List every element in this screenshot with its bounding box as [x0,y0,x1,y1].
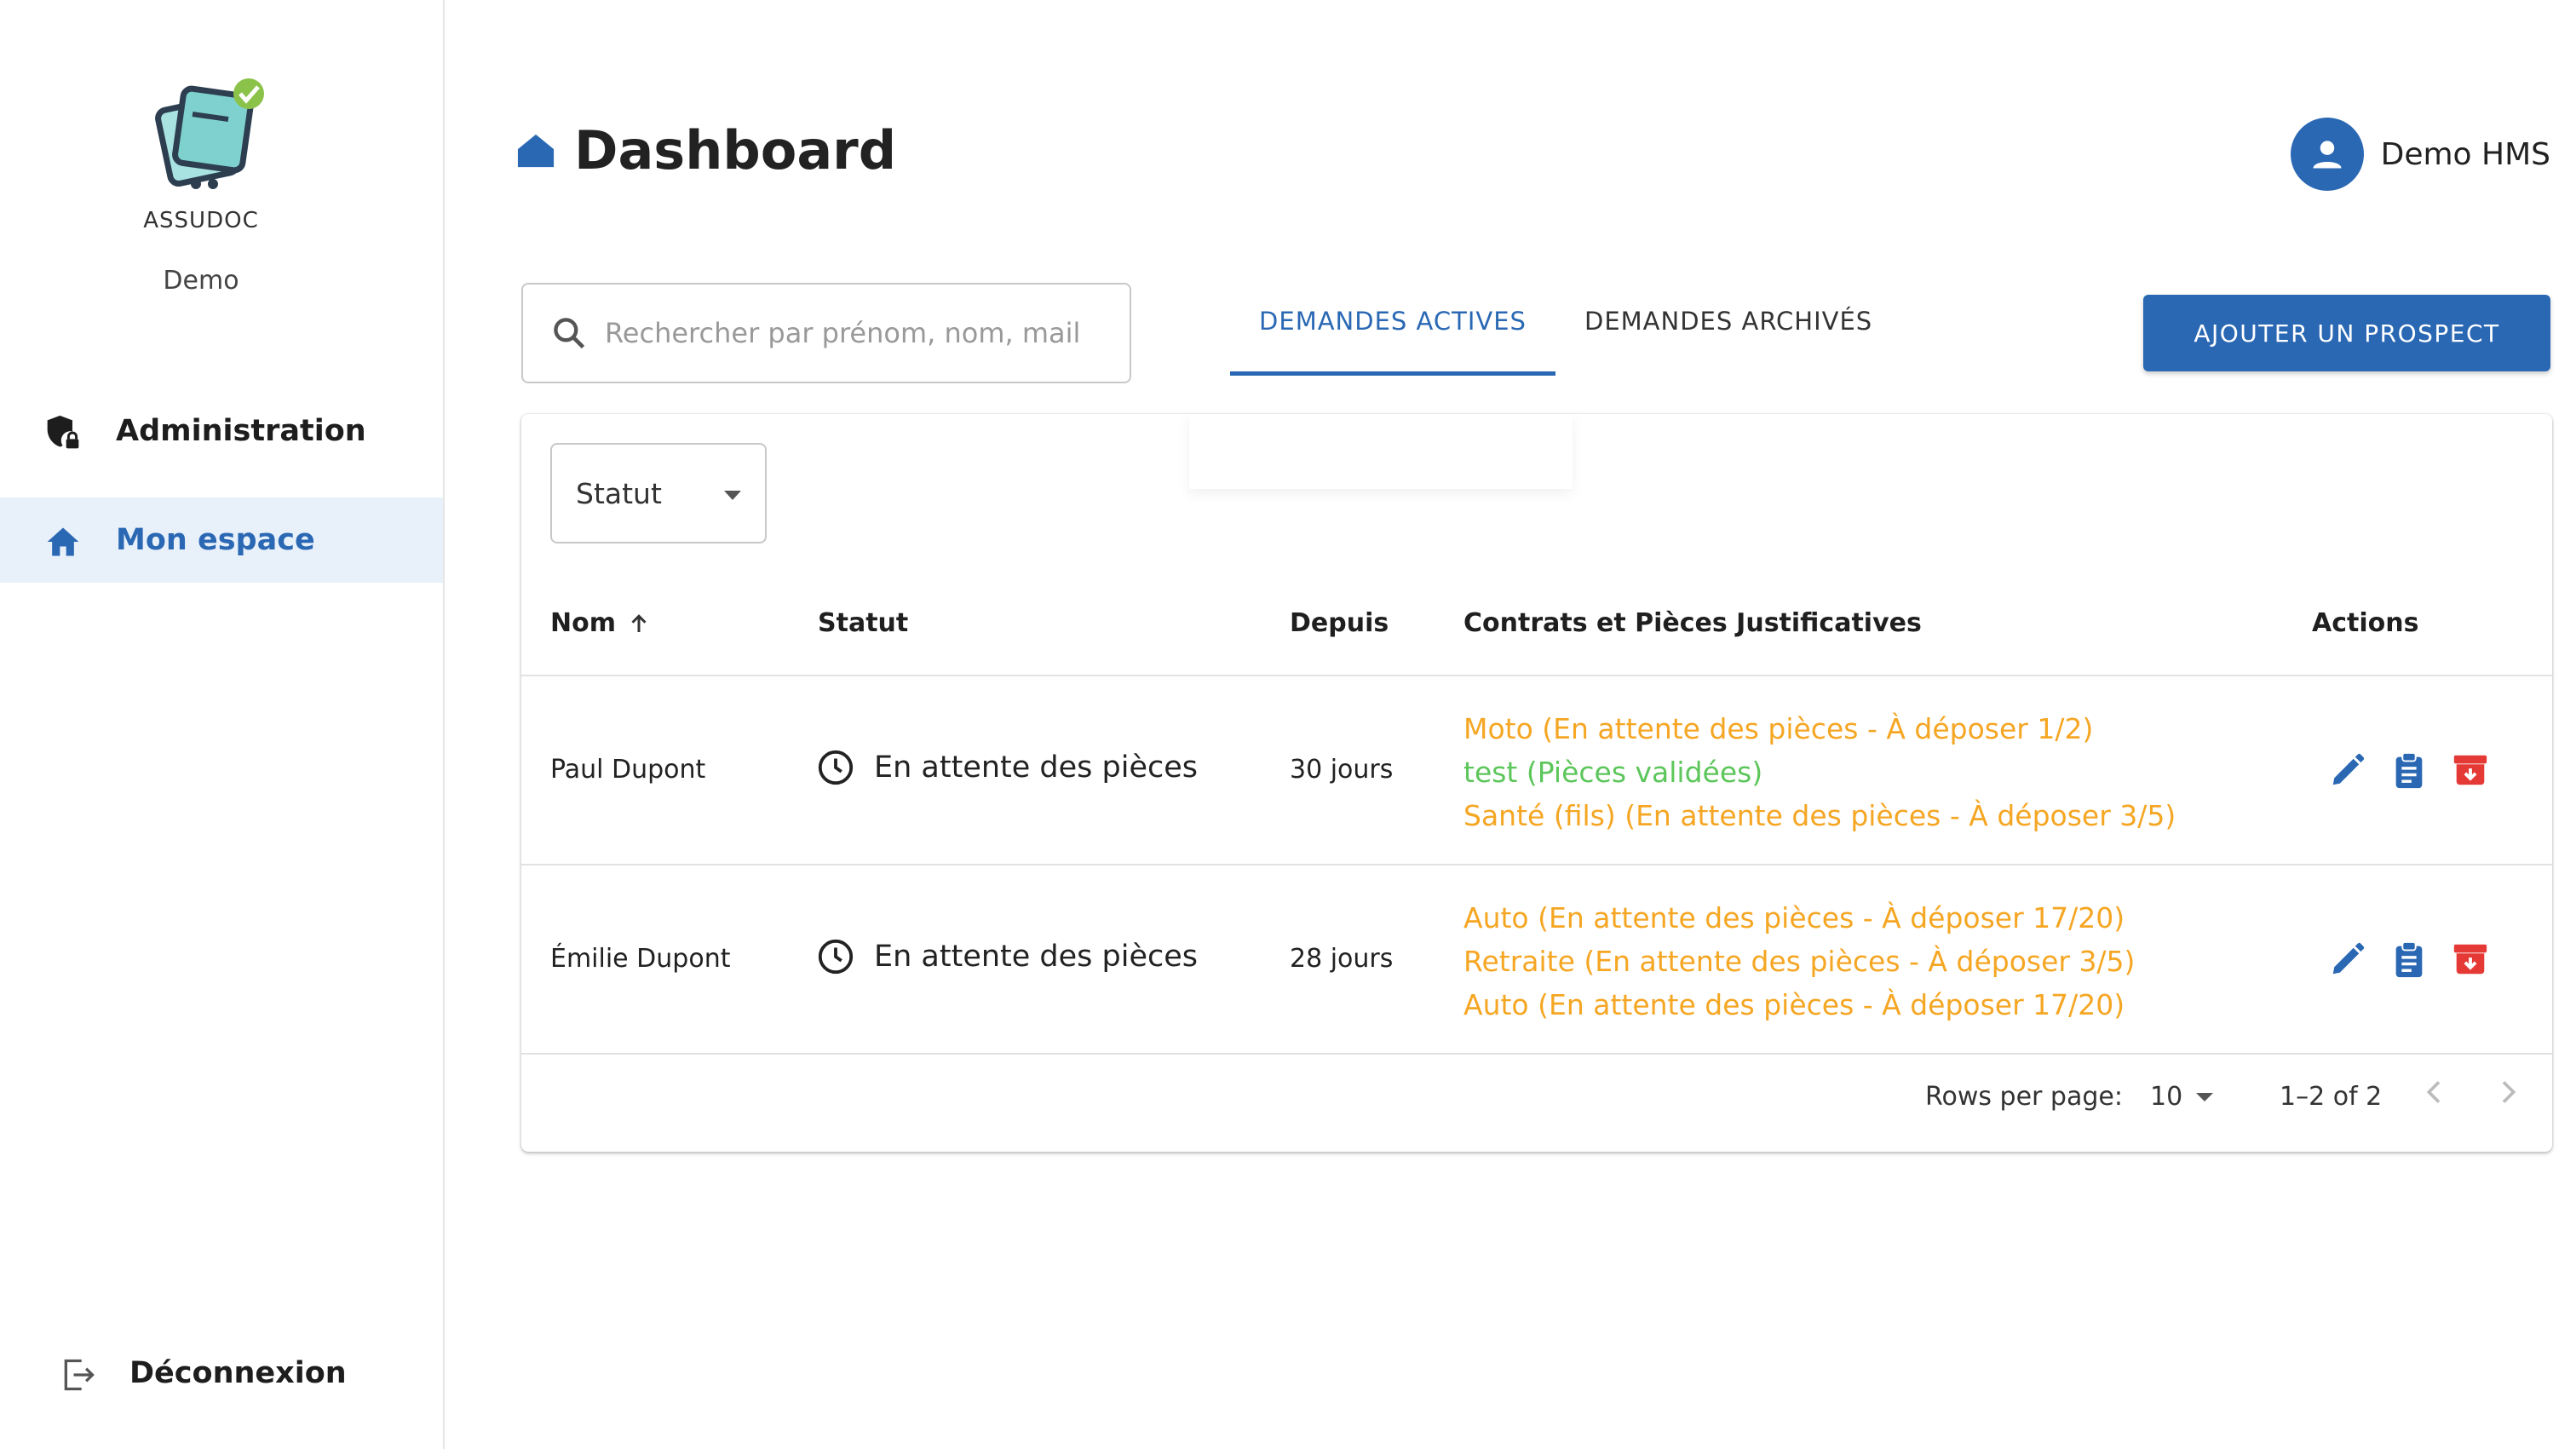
archive-button[interactable] [2448,937,2493,981]
pagination-range: 1–2 of 2 [2280,1082,2383,1112]
clipboard-icon [2395,940,2423,978]
search-field[interactable] [521,283,1131,383]
clock-icon [818,750,854,785]
documents-button[interactable] [2387,748,2431,792]
home-icon [47,527,79,556]
logout-label: Déconnexion [129,1356,347,1390]
logout-button[interactable]: Déconnexion [0,1331,443,1416]
row-name: Émilie Dupont [550,944,731,974]
row-since: 30 jours [1290,755,1394,785]
active-tab-indicator [1230,371,1555,376]
status-filter-label: Statut [576,476,662,510]
sort-arrow-up-icon[interactable] [626,611,652,636]
sidebar-item-label: Mon espace [116,523,315,557]
archive-icon [2453,755,2487,785]
contract-item[interactable]: Retraite (En attente des pièces - À dépo… [1463,940,2135,983]
shield-lock-icon [47,415,79,449]
sidebar-item-label: Administration [116,414,366,448]
page-header: Dashboard [516,119,896,181]
tab-demandes-actives[interactable]: DEMANDES ACTIVES [1230,307,1555,336]
caret-down-icon [2196,1092,2214,1101]
tab-dropdown-shadow [1189,414,1573,489]
rows-per-page-select[interactable]: 10 [2150,1082,2214,1112]
edit-button[interactable] [2326,748,2370,792]
row-actions [2326,937,2510,981]
brand-name: ASSUDOC [143,208,259,233]
chevron-left-icon[interactable] [2418,1075,2452,1109]
requests-table-card: Statut Nom Statut Depuis Contrats et Piè… [521,414,2552,1152]
clipboard-icon [2395,751,2423,789]
row-since: 28 jours [1290,944,1394,974]
rows-per-page-value: 10 [2150,1082,2183,1112]
pencil-icon [2332,942,2365,975]
dashboard-home-icon [517,134,555,167]
column-header-depuis: Depuis [1290,608,1389,638]
row-status: En attente des pièces [816,937,1198,976]
contract-item[interactable]: Auto (En attente des pièces - À déposer … [1463,896,2135,940]
clock-icon [818,939,854,975]
search-input[interactable] [605,317,1107,349]
user-menu[interactable]: Demo HMS [2290,118,2550,191]
documents-button[interactable] [2387,937,2431,981]
page-title: Dashboard [574,119,897,181]
sidebar: ASSUDOC Demo Administration Mon espace D… [0,0,445,1449]
logout-icon [64,1359,95,1391]
contract-item[interactable]: Santé (fils) (En attente des pièces - À … [1463,794,2176,837]
table-row: Émilie Dupont En attente des pièces 28 j… [521,865,2552,1053]
column-header-statut: Statut [818,608,909,638]
chevron-right-icon[interactable] [2491,1075,2525,1109]
status-filter-select[interactable]: Statut [550,443,767,543]
row-status: En attente des pièces [816,748,1198,787]
column-header-nom[interactable]: Nom [550,608,652,638]
row-divider [521,1053,2552,1055]
row-actions [2326,748,2510,792]
tab-demandes-archivees[interactable]: DEMANDES ARCHIVÉS [1584,307,1872,336]
edit-button[interactable] [2326,937,2370,981]
column-header-actions: Actions [2312,608,2419,638]
user-name: Demo HMS [2380,136,2550,172]
row-contracts: Moto (En attente des pièces - À déposer … [1463,707,2176,837]
add-prospect-button[interactable]: AJOUTER UN PROSPECT [2143,295,2550,371]
sidebar-item-mon-espace[interactable]: Mon espace [0,497,443,583]
user-icon [2313,141,2342,169]
pencil-icon [2332,753,2365,785]
row-contracts: Auto (En attente des pièces - À déposer … [1463,896,2135,1026]
status-text: En attente des pièces [874,750,1199,785]
caret-down-icon [724,491,741,500]
status-text: En attente des pièces [874,940,1199,974]
contract-item[interactable]: test (Pièces validées) [1463,750,2176,794]
contract-item[interactable]: Moto (En attente des pièces - À déposer … [1463,707,2176,750]
avatar[interactable] [2290,118,2364,191]
search-icon [554,318,585,349]
rows-per-page-label: Rows per page: [1925,1082,2123,1112]
sidebar-item-administration[interactable]: Administration [0,388,443,474]
column-header-contrats: Contrats et Pièces Justificatives [1463,608,1922,638]
table-row: Paul Dupont En attente des pièces 30 jou… [521,676,2552,864]
organization-name: Demo [163,266,239,296]
contract-item[interactable]: Auto (En attente des pièces - À déposer … [1463,983,2135,1026]
archive-icon [2453,944,2487,975]
row-name: Paul Dupont [550,755,706,785]
assudoc-logo-icon [155,78,264,189]
column-header-label: Nom [550,608,616,638]
archive-button[interactable] [2448,748,2493,792]
